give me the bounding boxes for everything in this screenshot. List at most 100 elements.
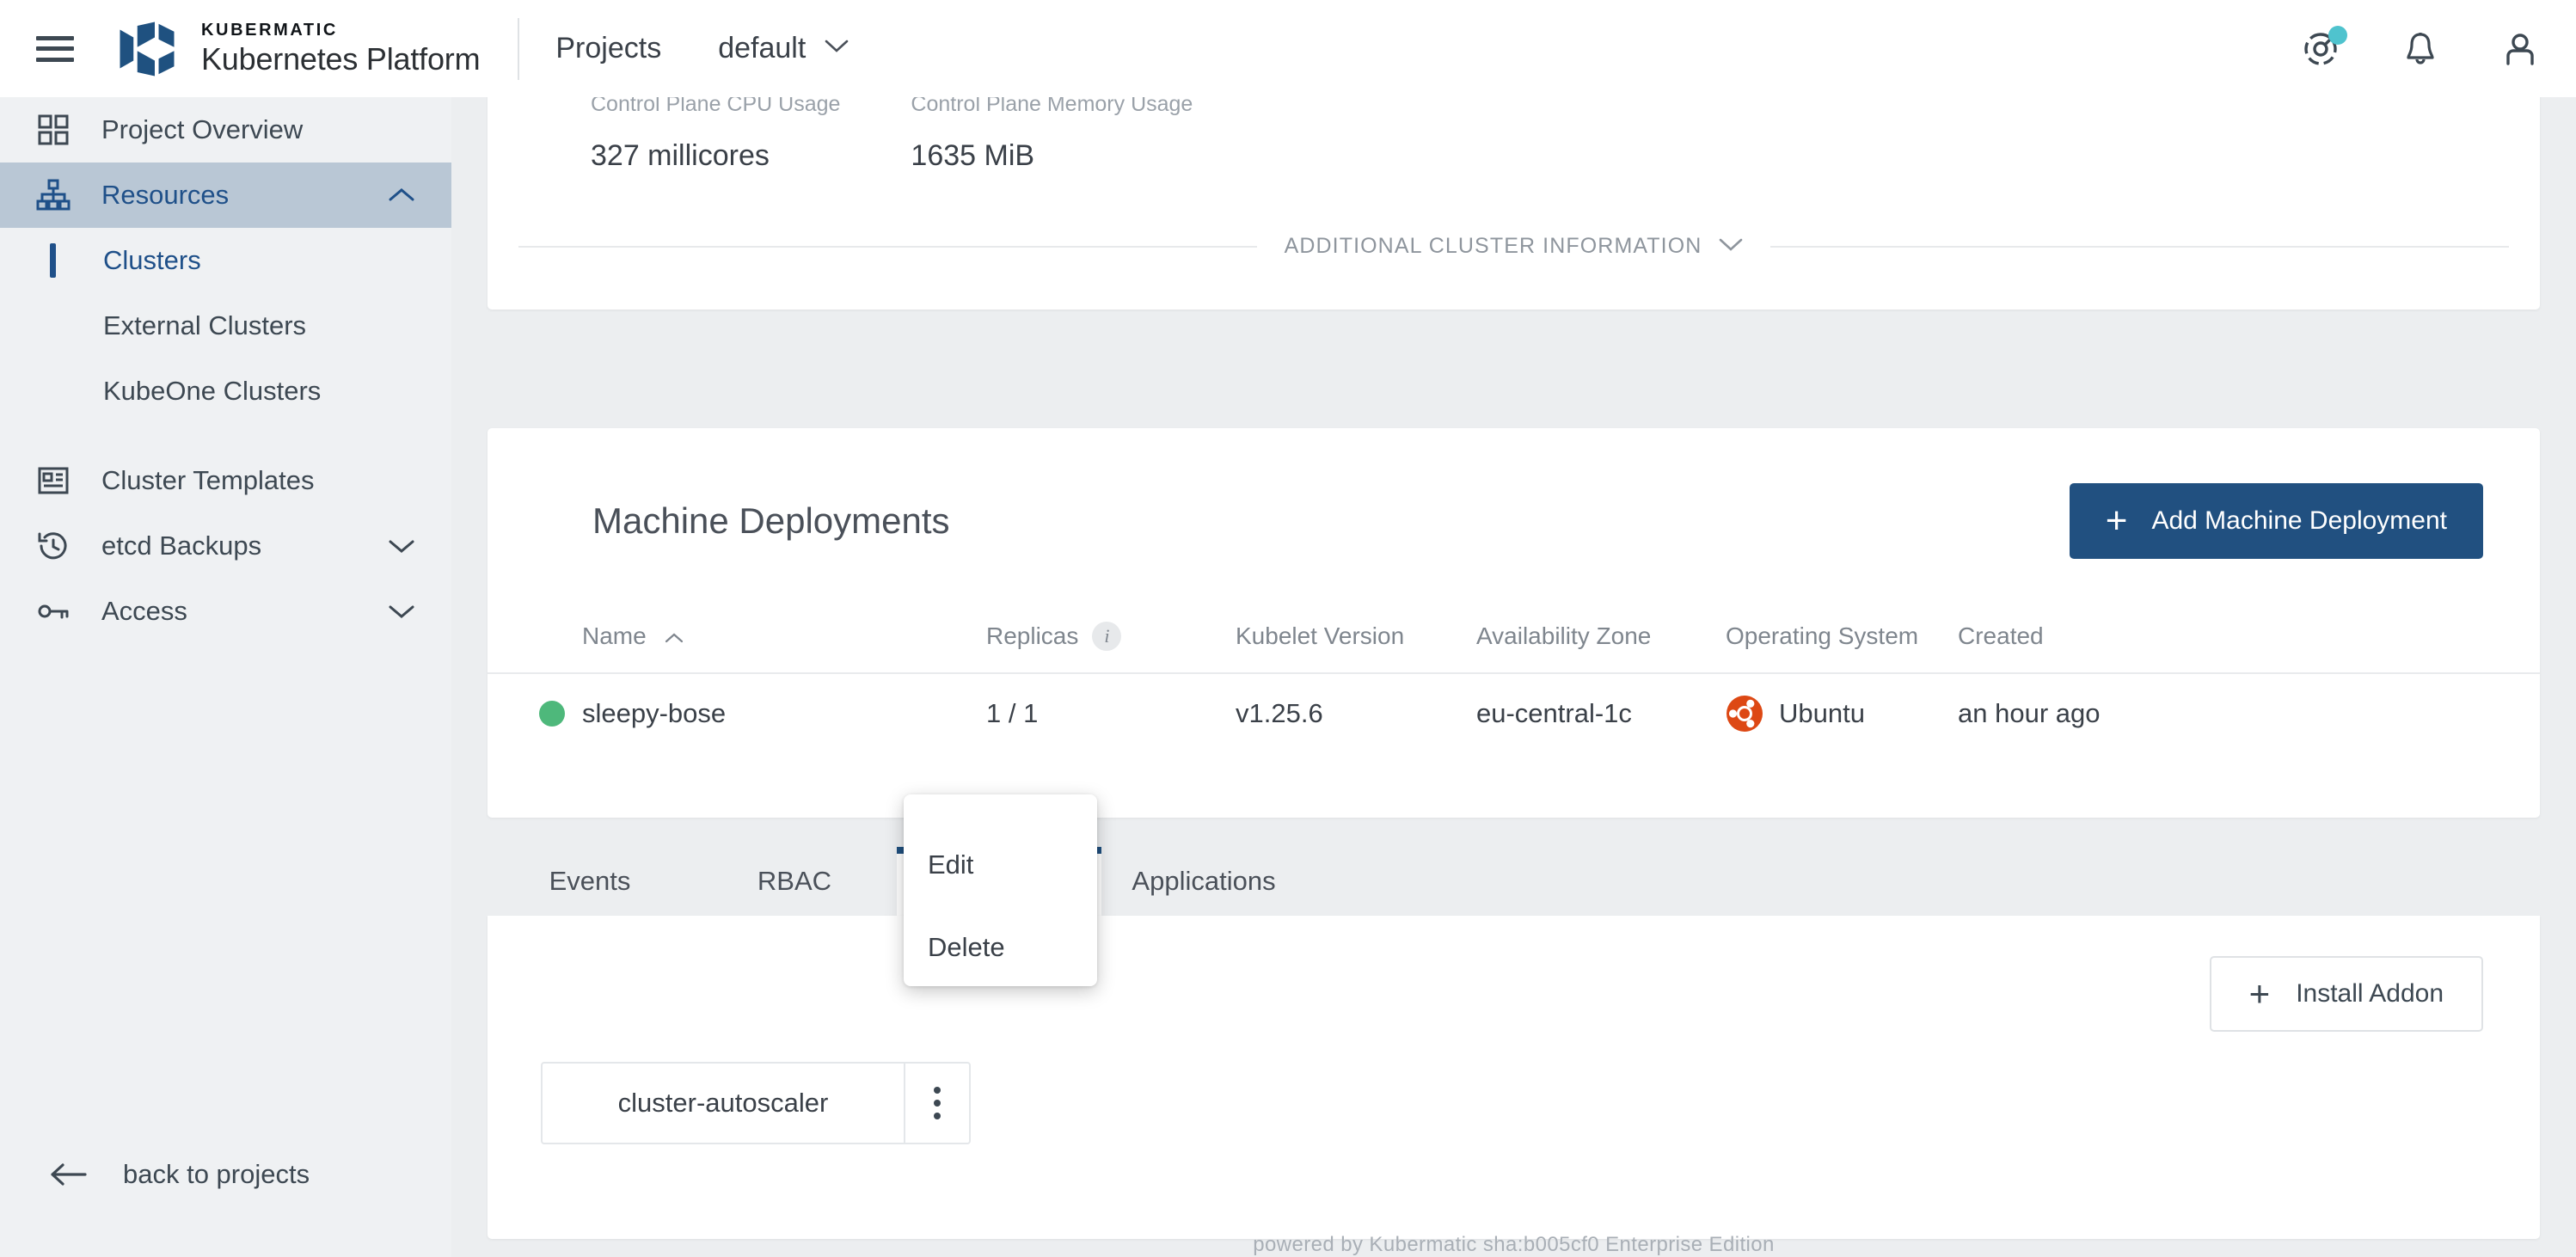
- metric-control-plane-cpu: Control Plane CPU Usage 327 millicores: [591, 97, 840, 173]
- tab-bar: Events RBAC Addons Applications: [488, 847, 2540, 916]
- metric-label: Control Plane Memory Usage: [911, 97, 1193, 116]
- sidebar: Project Overview Resources Clusters Exte…: [0, 97, 451, 1257]
- header-divider: [518, 17, 520, 80]
- back-to-projects-link[interactable]: back to projects: [49, 1159, 310, 1190]
- ubuntu-icon: [1727, 696, 1763, 732]
- tab-label: Applications: [1132, 866, 1276, 896]
- addons-panel: + Install Addon cluster-autoscaler: [488, 916, 2540, 1239]
- row-operating-system-label: Ubuntu: [1779, 698, 1865, 728]
- context-menu-item-label: Delete: [928, 932, 1005, 962]
- plus-icon: +: [2105, 500, 2128, 542]
- tab-rbac[interactable]: RBAC: [692, 847, 897, 916]
- machine-deployments-card: Machine Deployments + Add Machine Deploy…: [488, 428, 2540, 818]
- user-account-icon[interactable]: [2497, 26, 2543, 72]
- key-icon: [33, 591, 74, 632]
- sidebar-item-label: etcd Backups: [101, 530, 262, 561]
- status-indicator-dot: [539, 701, 565, 727]
- sidebar-item-access[interactable]: Access: [0, 579, 451, 644]
- brand-tagline: Kubernetes Platform: [201, 41, 481, 77]
- template-icon: [33, 460, 74, 501]
- row-availability-zone: eu-central-1c: [1476, 698, 1632, 728]
- context-menu-item-delete[interactable]: Delete: [904, 906, 1097, 989]
- tab-applications[interactable]: Applications: [1101, 847, 1306, 916]
- sidebar-item-external-clusters[interactable]: External Clusters: [0, 293, 451, 359]
- column-header-availability-zone: Availability Zone: [1476, 622, 1652, 649]
- addon-options-button[interactable]: [904, 1064, 969, 1143]
- sidebar-item-kubeone-clusters[interactable]: KubeOne Clusters: [0, 359, 451, 424]
- page-title: Machine Deployments: [592, 500, 950, 541]
- top-bar: KUBERMATIC Kubernetes Platform Projects …: [0, 0, 2576, 97]
- sidebar-subitem-label: KubeOne Clusters: [103, 376, 322, 406]
- brand-name: KUBERMATIC: [201, 21, 338, 40]
- history-clock-icon: [33, 525, 74, 567]
- help-icon[interactable]: [2297, 25, 2347, 72]
- tab-label: RBAC: [757, 866, 832, 896]
- sidebar-item-project-overview[interactable]: Project Overview: [0, 97, 451, 162]
- chevron-down-icon: [388, 530, 415, 561]
- column-header-label: Name: [582, 622, 647, 649]
- sidebar-item-label: Cluster Templates: [101, 465, 315, 495]
- info-icon[interactable]: i: [1092, 622, 1122, 651]
- table-header-row: Name Replicas i Kubelet Version Availabi…: [488, 600, 2540, 674]
- metric-control-plane-memory: Control Plane Memory Usage 1635 MiB: [911, 97, 1193, 173]
- machine-deployments-table: Name Replicas i Kubelet Version Availabi…: [488, 600, 2540, 753]
- divider-right: [1770, 245, 2509, 248]
- cluster-metrics-row: Control Plane CPU Usage 327 millicores C…: [488, 97, 2540, 173]
- sidebar-item-etcd-backups[interactable]: etcd Backups: [0, 513, 451, 579]
- row-kubelet-version: v1.25.6: [1236, 698, 1323, 728]
- column-header-created: Created: [1958, 622, 2044, 649]
- sidebar-item-clusters[interactable]: Clusters: [0, 228, 451, 293]
- additional-cluster-information-toggle[interactable]: ADDITIONAL CLUSTER INFORMATION: [1257, 234, 1771, 259]
- metric-value: 1635 MiB: [911, 139, 1035, 172]
- breadcrumb-projects[interactable]: Projects: [555, 32, 661, 65]
- column-header-label: Replicas: [986, 622, 1079, 649]
- sitemap-icon: [33, 175, 74, 216]
- sidebar-item-resources[interactable]: Resources: [0, 162, 451, 228]
- addon-name: cluster-autoscaler: [617, 1088, 829, 1118]
- back-to-projects-label: back to projects: [123, 1159, 310, 1189]
- column-header-replicas: Replicas i: [986, 622, 1236, 651]
- column-header-name[interactable]: Name: [582, 622, 986, 650]
- page-footer: powered by Kubermatic sha:b005cf0 Enterp…: [1253, 1233, 1775, 1256]
- brand-logo-block: KUBERMATIC Kubernetes Platform: [115, 18, 481, 80]
- metric-value: 327 millicores: [591, 139, 770, 172]
- metric-label: Control Plane CPU Usage: [591, 97, 841, 116]
- hamburger-menu-icon[interactable]: [36, 35, 74, 62]
- install-addon-label: Install Addon: [2296, 979, 2444, 1008]
- chevron-up-icon: [388, 180, 415, 211]
- topbar-actions: [2297, 0, 2543, 97]
- table-row[interactable]: sleepy-bose 1 / 1 v1.25.6 eu-central-1c …: [488, 674, 2540, 753]
- context-menu-item-edit[interactable]: Edit: [904, 824, 1097, 906]
- arrow-left-icon: [49, 1162, 89, 1187]
- additional-cluster-information-label: ADDITIONAL CLUSTER INFORMATION: [1284, 234, 1702, 258]
- add-machine-deployment-button[interactable]: + Add Machine Deployment: [2069, 483, 2483, 559]
- breadcrumb: Projects default: [555, 32, 849, 65]
- tab-label: Events: [549, 866, 631, 896]
- sidebar-item-label: Resources: [101, 180, 230, 210]
- row-operating-system: Ubuntu: [1726, 695, 1958, 733]
- application-root: KUBERMATIC Kubernetes Platform Projects …: [0, 0, 2576, 1257]
- install-addon-button[interactable]: + Install Addon: [2209, 956, 2483, 1032]
- column-header-kubelet-version: Kubelet Version: [1236, 622, 1405, 649]
- selected-indicator: [50, 243, 56, 278]
- project-selector[interactable]: default: [718, 32, 849, 65]
- row-status: [488, 701, 582, 727]
- sidebar-item-cluster-templates[interactable]: Cluster Templates: [0, 448, 451, 513]
- chevron-down-icon: [1719, 234, 1743, 259]
- notifications-bell-icon[interactable]: [2397, 26, 2444, 72]
- row-replicas: 1 / 1: [986, 698, 1039, 728]
- context-menu-item-label: Edit: [928, 849, 974, 880]
- column-header-operating-system: Operating System: [1726, 622, 1919, 649]
- divider-left: [518, 245, 1257, 248]
- kubermatic-logo-icon: [120, 21, 175, 76]
- addon-tile[interactable]: cluster-autoscaler: [541, 1062, 971, 1144]
- tab-events[interactable]: Events: [488, 847, 692, 916]
- addon-context-menu: Edit Delete: [904, 794, 1097, 986]
- chevron-down-icon: [388, 596, 415, 627]
- kebab-menu-icon: [934, 1087, 941, 1119]
- machine-deployments-header: Machine Deployments + Add Machine Deploy…: [488, 428, 2540, 559]
- grid-icon: [33, 109, 74, 150]
- sidebar-item-label: Project Overview: [101, 114, 304, 144]
- sort-ascending-icon: [665, 622, 684, 650]
